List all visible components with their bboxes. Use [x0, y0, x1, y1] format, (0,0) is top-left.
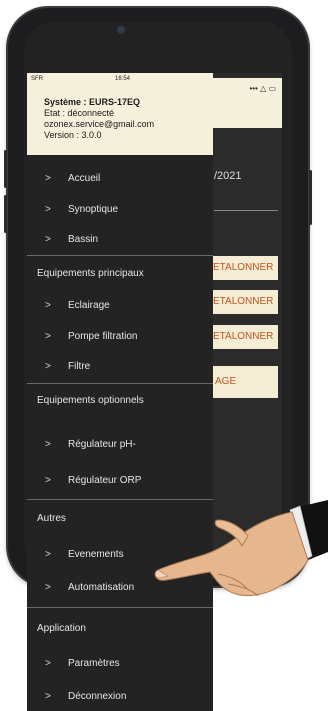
menu-item-regulateur-ph[interactable]: > Régulateur pH-	[27, 433, 213, 457]
status-time: 16:54	[115, 76, 131, 82]
volume-button	[4, 150, 7, 188]
power-button	[309, 170, 312, 225]
chevron-right-icon: >	[45, 549, 51, 560]
menu-item-pompe-filtration[interactable]: > Pompe filtration	[27, 325, 213, 349]
camera-icon	[117, 26, 125, 34]
menu-item-label: Régulateur pH-	[68, 439, 136, 450]
volume-button	[4, 195, 7, 233]
chevron-right-icon: >	[45, 691, 51, 702]
menu-item-label: Paramètres	[68, 658, 120, 669]
menu-item-label: Eclairage	[68, 300, 110, 311]
menu-item-accueil[interactable]: > Accueil	[27, 167, 213, 191]
chevron-right-icon: >	[45, 658, 51, 669]
system-name: Système : EURS-17EQ	[44, 97, 141, 107]
connection-state: Etat : déconnecté	[44, 108, 115, 118]
menu-item-label: Evenements	[68, 549, 124, 560]
section-title-application: Application	[37, 623, 86, 634]
status-bar-right: ••• △ ▭	[212, 78, 282, 128]
chevron-right-icon: >	[45, 475, 51, 486]
chevron-right-icon: >	[45, 439, 51, 450]
app-version: Version : 3.0.0	[44, 130, 102, 140]
section-divider	[27, 383, 213, 384]
chevron-right-icon: >	[45, 300, 51, 311]
menu-item-label: Accueil	[68, 173, 101, 184]
menu-item-parametres[interactable]: > Paramètres	[27, 652, 213, 676]
menu-item-label: Déconnexion	[68, 691, 127, 702]
etalonner-button[interactable]: ETALONNER	[212, 325, 278, 349]
chevron-right-icon: >	[45, 234, 51, 245]
menu-item-filtre[interactable]: > Filtre	[27, 355, 213, 379]
pointing-hand-icon	[154, 500, 328, 597]
menu-item-synoptique[interactable]: > Synoptique	[27, 198, 213, 222]
account-email: ozonex.service@gmail.com	[44, 119, 155, 129]
chevron-right-icon: >	[45, 582, 51, 593]
menu-item-bassin[interactable]: > Bassin	[27, 228, 213, 252]
menu-item-label: Filtre	[68, 361, 91, 372]
chevron-right-icon: >	[45, 173, 51, 184]
etalonner-button[interactable]: ETALONNER	[212, 256, 278, 280]
menu-item-label: Bassin	[68, 234, 99, 245]
section-title-equipements-optionnels: Equipements optionnels	[37, 395, 144, 406]
action-button[interactable]: AGE	[212, 366, 278, 398]
menu-item-label: Automatisation	[68, 582, 135, 593]
menu-item-deconnexion[interactable]: > Déconnexion	[27, 685, 213, 709]
etalonner-button[interactable]: ETALONNER	[212, 290, 278, 314]
menu-item-label: Régulateur ORP	[68, 475, 142, 486]
drawer-header: SFR 16:54 Système : EURS-17EQ Etat : déc…	[27, 73, 213, 155]
section-divider	[27, 255, 213, 256]
menu-item-label: Pompe filtration	[68, 331, 138, 342]
chevron-right-icon: >	[45, 204, 51, 215]
menu-item-label: Synoptique	[68, 204, 119, 215]
chevron-right-icon: >	[45, 361, 51, 372]
chevron-right-icon: >	[45, 331, 51, 342]
divider	[214, 210, 278, 211]
navigation-drawer: SFR 16:54 Système : EURS-17EQ Etat : déc…	[27, 73, 213, 711]
carrier-label: SFR	[31, 76, 43, 82]
menu-item-eclairage[interactable]: > Eclairage	[27, 294, 213, 318]
section-title-equipements-principaux: Equipements principaux	[37, 268, 144, 279]
status-icons: ••• △ ▭	[249, 84, 276, 93]
date-fragment: /2021	[214, 170, 242, 182]
section-title-autres: Autres	[37, 513, 66, 524]
